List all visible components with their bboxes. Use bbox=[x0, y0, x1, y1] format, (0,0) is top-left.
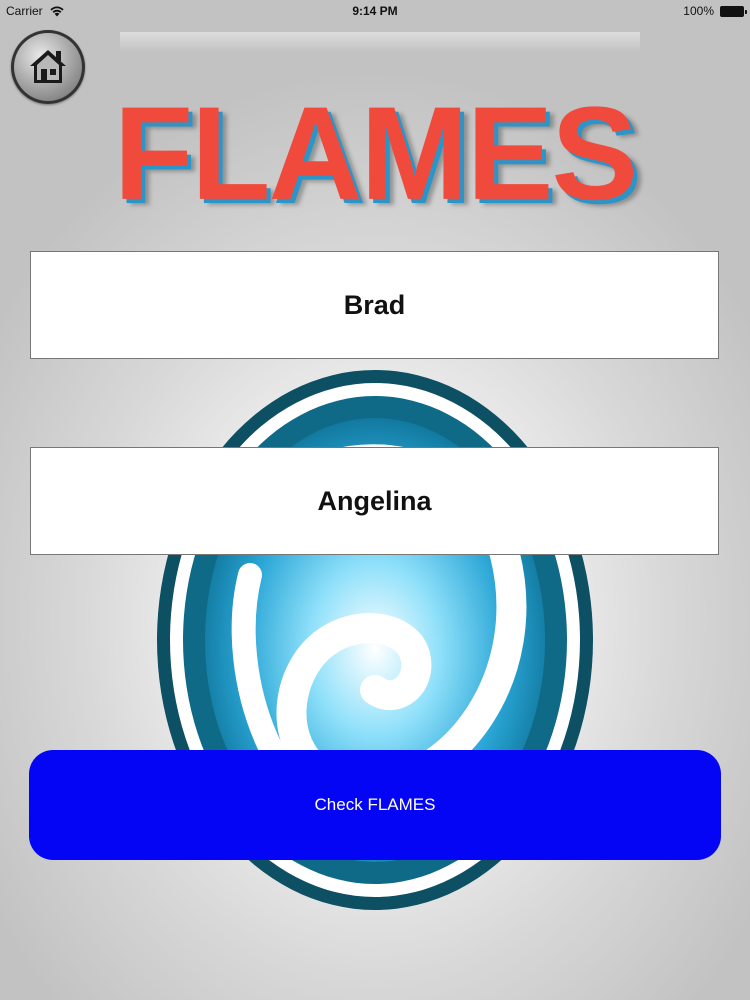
status-time: 9:14 PM bbox=[352, 4, 398, 18]
first-name-field[interactable]: Brad bbox=[30, 251, 719, 359]
status-bar: Carrier 9:14 PM 100% bbox=[0, 0, 750, 22]
check-flames-button[interactable]: Check FLAMES bbox=[29, 750, 721, 860]
check-flames-label: Check FLAMES bbox=[314, 795, 436, 814]
status-right: 100% bbox=[683, 4, 747, 18]
battery-icon bbox=[720, 5, 747, 17]
app-title: FLAMES bbox=[113, 78, 638, 228]
top-highlight-band bbox=[120, 32, 640, 52]
second-name-field[interactable]: Angelina bbox=[30, 447, 719, 555]
battery-percent: 100% bbox=[683, 4, 714, 18]
